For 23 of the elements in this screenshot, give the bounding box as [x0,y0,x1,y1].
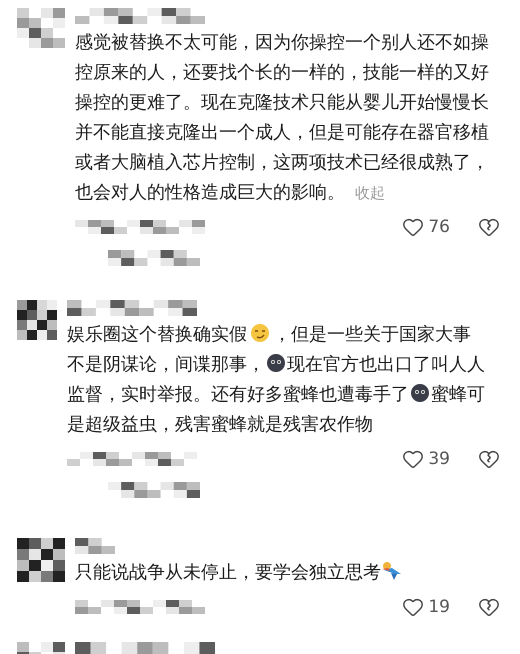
broken-heart-icon [478,448,500,470]
comment-text: 感觉被替换不太可能，因为你操控一个别人还不如操控原来的人，还要找个长的一样的，技能一样的又好操控的更难了。现在克隆技术只能从婴儿开始慢慢长并不能直接克隆出一个成人，但是可能存在器官移植或者大脑植入芯片控制，这两项技术已经很成熟了，也会对人的性格造成巨大的影响。 收起 [75,31,490,205]
comment-text: 只能说战争从未停止，要学会独立思考 [75,558,495,588]
pixelated-avatar-drawing [17,300,57,340]
heart-icon [402,596,424,618]
pixelated-avatar-drawing [17,538,65,582]
pixelated-avatar-drawing [17,8,65,48]
comment-text: 娱乐圈这个替换确实假 ，但是一些关于国家大事不是阴谋论，间谍那事， 现在官方也出口了叫人人监督，实时举报。还有好多蜜蜂也遭毒手了 蜜蜂可是超级益虫，残害蜜蜂就是残害农作物 [67,322,486,437]
like-button[interactable]: 76 [402,216,450,238]
broken-heart-icon [478,596,500,618]
smirk-emoji-icon [248,323,272,343]
like-button[interactable]: 19 [402,596,450,618]
heart-icon [402,448,424,470]
heart-icon [402,216,424,238]
figure-emoji-icon [381,561,403,581]
broken-heart-icon [478,216,500,238]
like-button[interactable]: 39 [402,448,450,470]
dislike-button[interactable] [478,596,500,618]
dislike-button[interactable] [478,448,500,470]
pixelated-username-drawing [75,538,115,554]
moon-face-emoji-icon [266,353,286,373]
moon-face-emoji-icon [410,383,430,403]
dislike-button[interactable] [478,216,500,238]
